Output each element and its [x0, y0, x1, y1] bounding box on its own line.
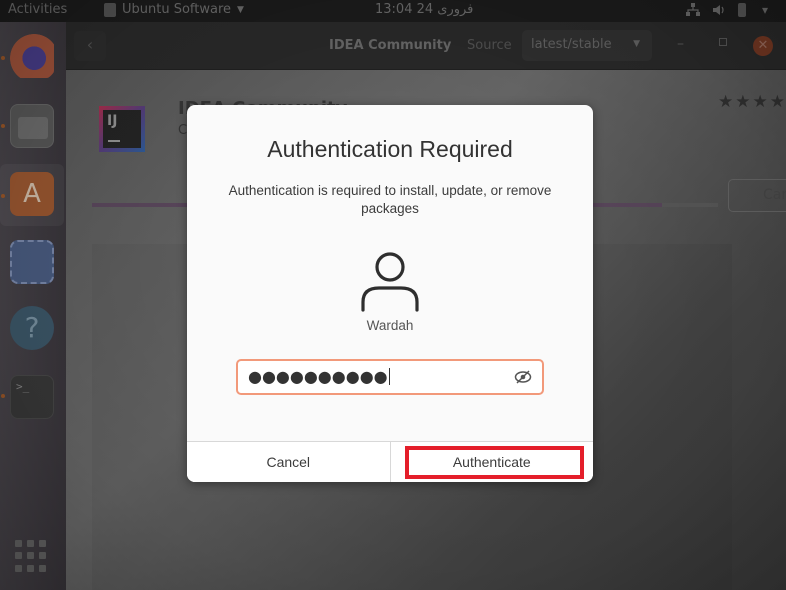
user-avatar-icon — [361, 252, 419, 312]
authentication-dialog: Authentication Required Authentication i… — [187, 105, 593, 482]
text-caret — [388, 368, 391, 385]
password-value: ●●●●●●●●●● — [248, 367, 391, 386]
dialog-button-bar: Cancel Authenticate — [187, 441, 593, 482]
dialog-message: Authentication is required to install, u… — [228, 183, 552, 216]
authenticate-button[interactable]: Authenticate — [389, 442, 593, 482]
password-input[interactable]: ●●●●●●●●●● — [236, 359, 544, 395]
cancel-button[interactable]: Cancel — [187, 442, 390, 482]
eye-hidden-icon[interactable] — [514, 369, 532, 385]
user-name: Wardah — [366, 318, 414, 333]
dialog-title: Authentication Required — [267, 136, 513, 162]
